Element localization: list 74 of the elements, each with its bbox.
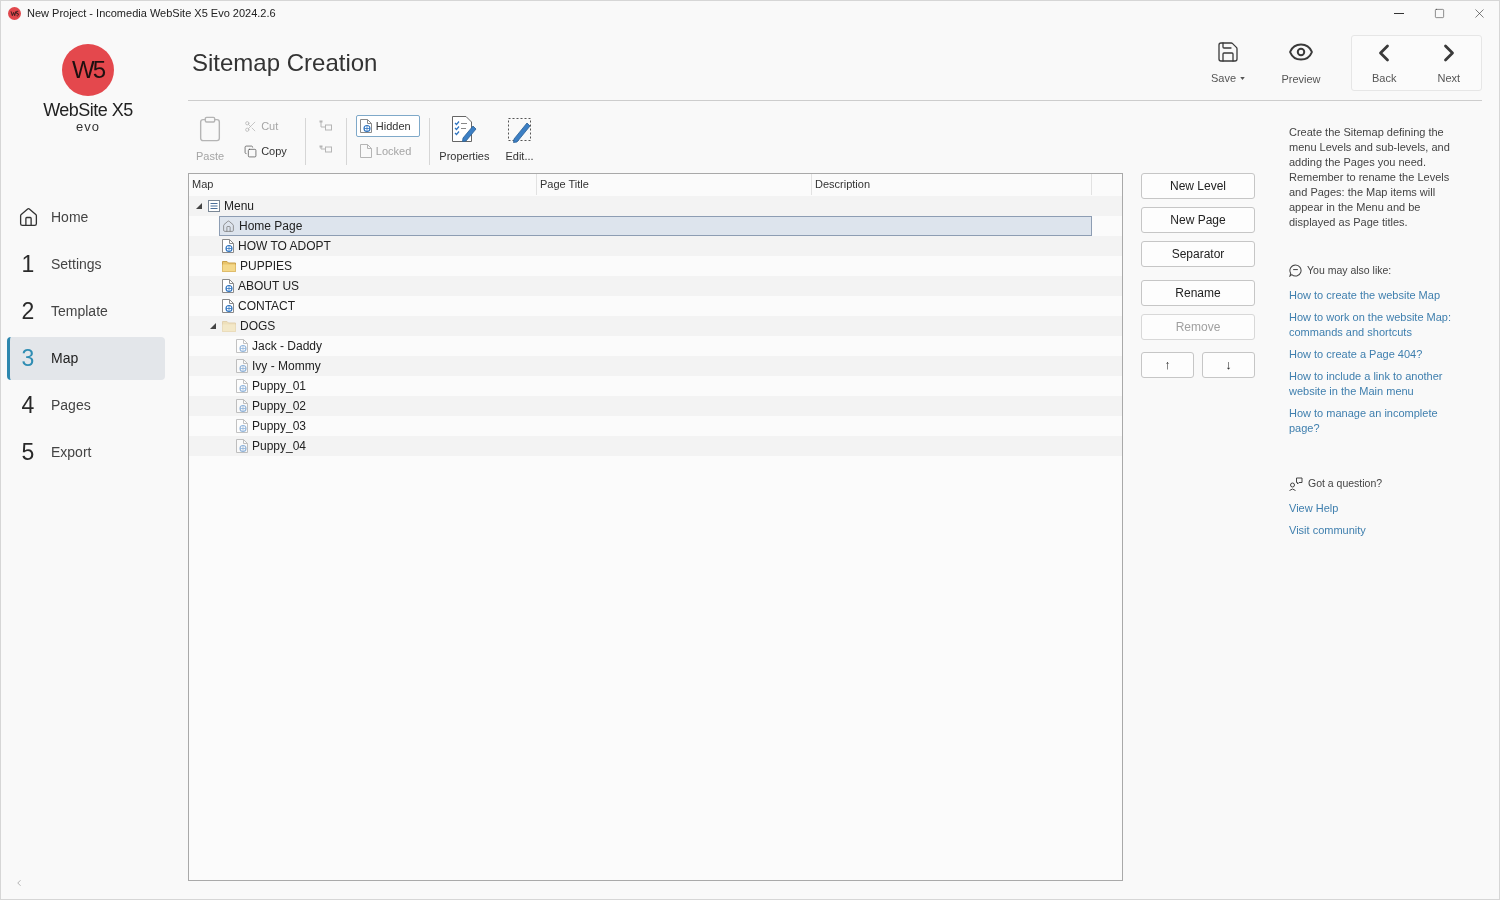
page-icon [359,144,372,158]
home-icon [17,207,39,228]
tree-item[interactable]: Menu [205,196,260,216]
move-button[interactable]: ↑ [1141,352,1194,378]
tree-item[interactable]: DOGS [219,316,281,336]
nav-item[interactable]: Home [7,196,165,239]
map-action-button[interactable]: Separator [1141,241,1255,267]
step-number: 1 [21,253,35,276]
header-action-button[interactable]: Save [1198,35,1258,91]
toolbar-button[interactable]: Edit... [505,115,534,163]
help-link[interactable]: How to create a Page 404? [1289,347,1469,362]
column-header[interactable]: Map [189,174,537,195]
tree-item[interactable]: Home Page [219,216,1092,236]
step-number: 5 [21,441,35,464]
column-header[interactable]: Page Title [537,174,812,195]
window-title: New Project - Incomedia WebSite X5 Evo 2024.2.6 [27,6,276,22]
document-pen-icon [451,115,478,143]
toolbar-button[interactable]: Hidden [355,115,421,137]
logo-edition: evo [76,120,100,134]
minimize-icon [1394,13,1404,14]
scissors-icon [244,119,258,133]
help-link[interactable]: How to work on the website Map: commands and shortcuts [1289,310,1469,340]
nav-item[interactable]: 5 Export [7,431,165,474]
maximize-icon [1433,8,1445,19]
nav-step-button[interactable]: Back [1352,36,1417,90]
move-button[interactable]: ↓ [1202,352,1255,378]
tree-item[interactable]: HOW TO ADOPT [219,236,336,256]
tree-item[interactable]: PUPPIES [219,256,298,276]
expander-arrow-icon[interactable] [196,203,202,209]
nav-item[interactable]: 1 Settings [7,243,165,286]
expander-arrow-icon[interactable] [210,323,216,329]
step-number: 2 [21,300,35,323]
page-title: Sitemap Creation [191,48,378,78]
caret-down-icon [1240,76,1246,80]
tree-item[interactable]: CONTACT [219,296,301,316]
help-link[interactable]: How to include a link to another website in the Main menu [1289,369,1469,399]
logo-mark: W5 [62,44,114,96]
tree-item[interactable]: Puppy_03 [233,416,312,436]
section-heading: Got a question? [1308,476,1383,491]
help-link[interactable]: How to create the website Map [1289,288,1469,303]
header-action-button[interactable]: Preview [1271,35,1331,91]
toolbar-button[interactable]: Properties [439,115,490,163]
column-header[interactable]: Description [812,174,1092,195]
map-action-button[interactable]: New Level [1141,173,1255,199]
tree-level-icon [318,120,333,132]
help-link[interactable]: Visit community [1289,523,1469,538]
tree-item[interactable]: Jack - Daddy [233,336,328,356]
help-text: Create the Sitemap defining the menu Levels and sub-levels, and adding the Pages you need. Remember to rename the Levels and Pages: the Map items will appear in the Menu and be displayed as Page titles. [1289,125,1451,230]
dashed-frame-pen-icon [506,115,533,143]
step-number: 3 [21,347,35,370]
toolbar-button[interactable]: Copy [240,140,296,162]
person-speech-icon [1289,476,1303,491]
nav-item[interactable]: 4 Pages [7,384,165,427]
map-action-button[interactable]: New Page [1141,207,1255,233]
map-action-button[interactable]: Rename [1141,280,1255,306]
section-heading: You may also like: [1307,263,1392,278]
tree-item[interactable]: ABOUT US [219,276,305,296]
app-logo-icon [8,7,21,20]
nav-step-button[interactable]: Next [1416,36,1481,90]
tree-item[interactable]: Puppy_04 [233,436,312,456]
help-link[interactable]: How to manage an incomplete page? [1289,406,1469,436]
chevron-left-icon [14,878,24,888]
tree-item[interactable]: Puppy_01 [233,376,312,396]
help-link[interactable]: View Help [1289,501,1469,516]
nav-item[interactable]: 2 Template [7,290,165,333]
tree-item[interactable]: Ivy - Mommy [233,356,326,376]
collapse-sidebar-button[interactable] [14,877,24,889]
logo-name: WebSite X5 [43,100,133,120]
nav-item[interactable]: 3 Map [7,337,165,380]
tree-item[interactable]: Puppy_02 [233,396,312,416]
copy-icon [244,144,258,158]
page-globe-icon [359,119,372,133]
chat-bubble-icon [1289,264,1302,277]
step-number: 4 [21,394,35,417]
